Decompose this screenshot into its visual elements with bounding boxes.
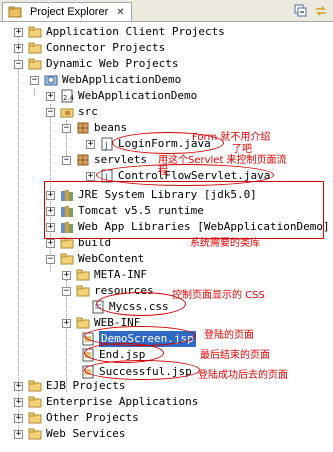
- folder-open-icon: [75, 283, 91, 299]
- package-icon: [75, 152, 91, 168]
- view-titlebar: Project Explorer ✕: [0, 0, 333, 22]
- package-icon: [75, 120, 91, 136]
- tree-item-application-client-projects[interactable]: + Application Client Projects: [14, 24, 225, 40]
- tree-label: WebApplicationDemo: [62, 73, 182, 86]
- folder-icon: [27, 40, 43, 56]
- annotation-login-page: 登陆的页面: [204, 330, 254, 341]
- tree-item-beans[interactable]: − beans: [62, 120, 127, 136]
- tree-item-web-services[interactable]: + Web Services: [14, 426, 125, 442]
- source-folder-icon: [59, 104, 75, 120]
- tree-label: WebApplicationDemo: [78, 89, 198, 102]
- tree-label: Web Services: [46, 427, 126, 440]
- annotation-oval: [84, 360, 200, 380]
- folder-icon: [27, 394, 43, 410]
- collapse-icon[interactable]: −: [30, 75, 39, 85]
- folder-icon: [75, 315, 91, 331]
- tab-project-explorer[interactable]: Project Explorer ✕: [2, 2, 132, 21]
- tree-item-webcontent[interactable]: − WebContent: [46, 251, 144, 267]
- tree-label: WebContent: [78, 252, 145, 265]
- folder-open-icon: [27, 56, 43, 72]
- collapse-icon[interactable]: −: [46, 107, 55, 117]
- tree-label: Application Client Projects: [46, 25, 225, 38]
- tree-item-meta-inf[interactable]: + META-INF: [62, 267, 147, 283]
- close-icon[interactable]: ✕: [116, 7, 124, 18]
- svg-text:2.4: 2.4: [63, 94, 74, 102]
- tree-item-dynamic-web-projects[interactable]: − Dynamic Web Projects: [14, 56, 178, 72]
- annotation-servlet: 用这个Servlet 来控制页面流: [158, 155, 287, 166]
- tree-label: META-INF: [94, 268, 147, 281]
- tree-label: Other Projects: [46, 411, 139, 424]
- tree-guide-line: [34, 88, 35, 96]
- folder-icon: [27, 378, 43, 394]
- folder-icon: [27, 24, 43, 40]
- tree-label: src: [78, 105, 98, 118]
- tree-item-connector-projects[interactable]: + Connector Projects: [14, 40, 165, 56]
- annotation-servlet-2: 程: [158, 166, 168, 177]
- tree-item-webapplicationdemo[interactable]: − WebApplicationDemo: [30, 72, 181, 88]
- annotation-css: 控制页面显示的 CSS: [172, 290, 265, 301]
- folder-icon: [27, 426, 43, 442]
- annotation-success-page: 登陆成功后去的页面: [198, 370, 288, 381]
- collapse-icon[interactable]: −: [62, 155, 71, 165]
- folder-open-icon: [59, 251, 75, 267]
- svg-text:J: J: [104, 141, 108, 151]
- tree-item-ejb-projects[interactable]: + EJB Projects: [14, 378, 125, 394]
- expand-icon[interactable]: +: [14, 381, 23, 391]
- expand-icon[interactable]: +: [46, 238, 55, 248]
- web-project-icon: [43, 72, 59, 88]
- expand-icon[interactable]: +: [46, 91, 55, 101]
- tree-label: Enterprise Applications: [46, 395, 199, 408]
- tree-label: beans: [94, 121, 128, 134]
- collapse-icon[interactable]: −: [14, 59, 23, 69]
- annotation-box: [44, 181, 324, 239]
- tree-item-enterprise-applications[interactable]: + Enterprise Applications: [14, 394, 198, 410]
- expand-icon[interactable]: +: [14, 27, 23, 37]
- collapse-icon[interactable]: −: [46, 254, 55, 264]
- expand-icon[interactable]: +: [14, 43, 23, 53]
- project-explorer-icon: [7, 4, 23, 20]
- deployment-descriptor-icon: 2.4: [59, 88, 75, 104]
- folder-icon: [27, 410, 43, 426]
- expand-icon[interactable]: +: [62, 270, 71, 280]
- expand-icon[interactable]: +: [62, 318, 71, 328]
- tree-item-deployment-descriptor[interactable]: + 2.4 WebApplicationDemo: [46, 88, 197, 104]
- expand-icon[interactable]: +: [86, 139, 95, 149]
- tree-label: Connector Projects: [46, 41, 166, 54]
- tree-label: EJB Projects: [46, 379, 126, 392]
- tree-item-src[interactable]: − src: [46, 104, 98, 120]
- expand-icon[interactable]: +: [86, 171, 95, 181]
- collapse-all-icon[interactable]: [293, 3, 309, 19]
- tree-item-other-projects[interactable]: + Other Projects: [14, 410, 139, 426]
- annotation-end-page: 最后结束的页面: [200, 350, 270, 361]
- expand-icon[interactable]: +: [14, 397, 23, 407]
- tree-label: Dynamic Web Projects: [46, 57, 179, 70]
- link-with-editor-icon[interactable]: [313, 3, 329, 19]
- view-title: Project Explorer: [30, 6, 109, 18]
- expand-icon[interactable]: +: [14, 429, 23, 439]
- collapse-icon[interactable]: −: [62, 123, 71, 133]
- annotation-libraries: 系统需要的类库: [190, 238, 260, 249]
- tree-guide-line: [18, 32, 19, 432]
- folder-icon: [75, 267, 91, 283]
- collapse-icon[interactable]: −: [62, 286, 71, 296]
- expand-icon[interactable]: +: [14, 413, 23, 423]
